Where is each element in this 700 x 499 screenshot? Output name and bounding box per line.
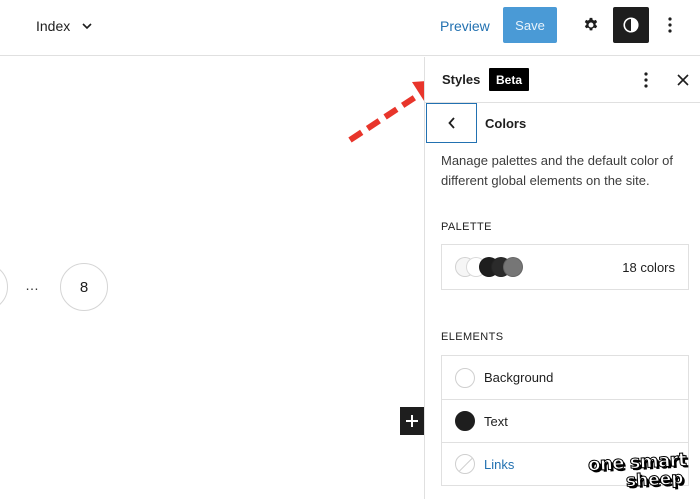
preview-button[interactable]: Preview: [436, 10, 494, 42]
sidebar-title: Styles: [442, 72, 481, 87]
element-label: Links: [484, 456, 515, 472]
gear-icon: [584, 17, 598, 31]
color-indicator: [455, 454, 475, 474]
palette-count: 18 colors: [622, 259, 675, 275]
palette-swatch: [503, 257, 523, 277]
template-name: Index: [36, 18, 71, 34]
element-item-background[interactable]: Background: [442, 356, 688, 399]
settings-button[interactable]: [576, 9, 606, 41]
element-label: Text: [484, 413, 508, 429]
chevron-down-icon: [82, 23, 92, 30]
more-vertical-icon: [644, 72, 648, 88]
color-indicator: [455, 367, 475, 388]
pagination-page-last[interactable]: 8: [60, 263, 108, 311]
element-item-text[interactable]: Text: [442, 399, 688, 442]
styles-toggle-button[interactable]: [613, 7, 649, 43]
sidebar-close-button[interactable]: [671, 68, 695, 92]
palette-swatches: [455, 256, 535, 278]
pagination-ellipsis: …: [25, 277, 39, 293]
global-styles-sidebar: Styles Beta Colors Manage palettes and t…: [424, 57, 700, 499]
palette-heading: PALETTE: [441, 221, 492, 233]
options-menu-button[interactable]: [658, 9, 682, 41]
template-dropdown[interactable]: Index: [36, 14, 94, 38]
pagination-page-partial[interactable]: [0, 263, 8, 311]
sidebar-header: Styles Beta: [425, 57, 700, 103]
plus-icon: [406, 415, 418, 427]
close-icon: [677, 74, 689, 86]
panel-title: Colors: [485, 116, 527, 131]
watermark-logo: one smart sheep: [587, 449, 692, 492]
color-indicator: [455, 411, 475, 431]
chevron-left-icon: [447, 117, 455, 129]
more-vertical-icon: [668, 17, 672, 33]
beta-badge: Beta: [489, 68, 530, 91]
palette-button[interactable]: 18 colors: [441, 244, 689, 290]
elements-heading: ELEMENTS: [441, 331, 504, 343]
panel-description: Manage palettes and the default color of…: [441, 153, 673, 188]
block-inserter-button[interactable]: [400, 407, 424, 435]
sidebar-more-button[interactable]: [634, 67, 658, 93]
editor-header: Index Preview Save: [0, 0, 700, 56]
element-label: Background: [484, 370, 554, 385]
save-button[interactable]: Save: [503, 7, 557, 43]
back-button[interactable]: [426, 103, 477, 143]
contrast-icon: [623, 17, 639, 33]
watermark-line-2: sheep: [625, 468, 684, 492]
